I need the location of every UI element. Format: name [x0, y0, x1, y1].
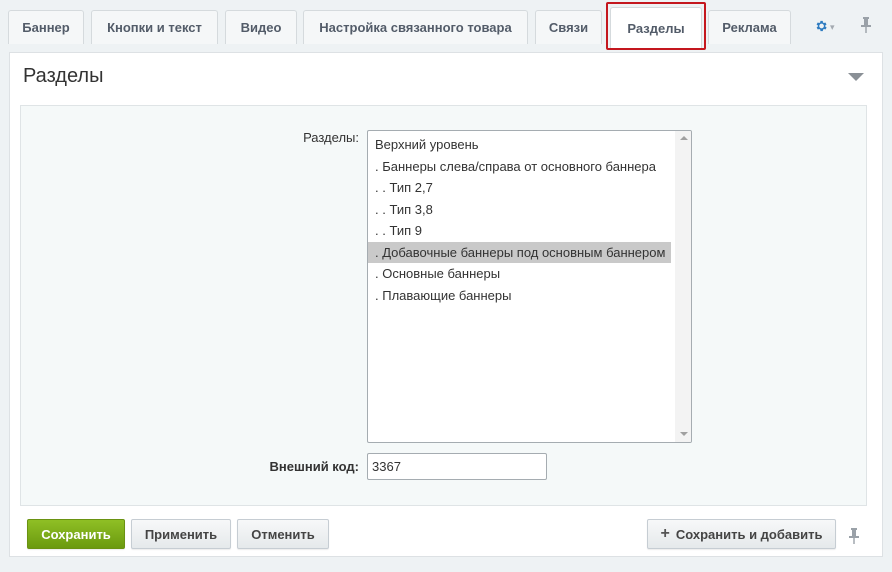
- list-item[interactable]: Верхний уровень: [368, 134, 671, 156]
- save-and-add-label: Сохранить и добавить: [675, 526, 823, 542]
- list-item-selected[interactable]: . Добавочные баннеры под основным баннер…: [368, 241, 671, 263]
- list-item[interactable]: . . Тип 2,7: [368, 177, 671, 199]
- settings-menu[interactable]: ▾: [814, 16, 842, 36]
- plus-icon: +: [660, 525, 670, 542]
- page-title: Разделы: [23, 65, 104, 87]
- list-item[interactable]: . Плавающие баннеры: [368, 285, 671, 307]
- tab-buttons-text[interactable]: Кнопки и текст: [91, 10, 218, 44]
- list-item[interactable]: . Основные баннеры: [368, 263, 671, 285]
- external-code-input[interactable]: [367, 453, 547, 480]
- form-area: Разделы: Верхний уровень . Баннеры слева…: [20, 105, 867, 506]
- external-code-label: Внешний код:: [269, 459, 359, 474]
- pin-icon[interactable]: [860, 16, 872, 37]
- tab-sections[interactable]: Разделы: [610, 7, 702, 49]
- pin-icon[interactable]: [848, 527, 860, 548]
- list-item[interactable]: . . Тип 9: [368, 220, 671, 242]
- sections-listbox[interactable]: Верхний уровень . Баннеры слева/справа о…: [367, 130, 692, 443]
- save-button[interactable]: Сохранить: [27, 519, 125, 549]
- sections-label: Разделы:: [303, 130, 359, 145]
- list-item[interactable]: . . Тип 3,8: [368, 199, 671, 221]
- list-item[interactable]: . Баннеры слева/справа от основного банн…: [368, 156, 671, 178]
- gear-icon: [816, 20, 827, 32]
- collapse-arrow-icon[interactable]: [848, 73, 864, 81]
- tab-advertising[interactable]: Реклама: [708, 10, 791, 44]
- listbox-scrollbar[interactable]: [675, 131, 691, 442]
- scroll-up-icon[interactable]: [680, 136, 688, 140]
- cancel-button[interactable]: Отменить: [237, 519, 329, 549]
- tab-banner[interactable]: Баннер: [8, 10, 84, 44]
- scroll-down-icon[interactable]: [680, 432, 688, 436]
- apply-button[interactable]: Применить: [131, 519, 231, 549]
- tab-links[interactable]: Связи: [535, 10, 602, 44]
- chevron-down-icon: ▾: [830, 21, 835, 32]
- sections-panel: Разделы Разделы: Верхний уровень . Банне…: [9, 52, 883, 557]
- tab-video[interactable]: Видео: [225, 10, 297, 44]
- tab-related-product[interactable]: Настройка связанного товара: [303, 10, 528, 44]
- save-and-add-button[interactable]: + Сохранить и добавить: [647, 519, 836, 549]
